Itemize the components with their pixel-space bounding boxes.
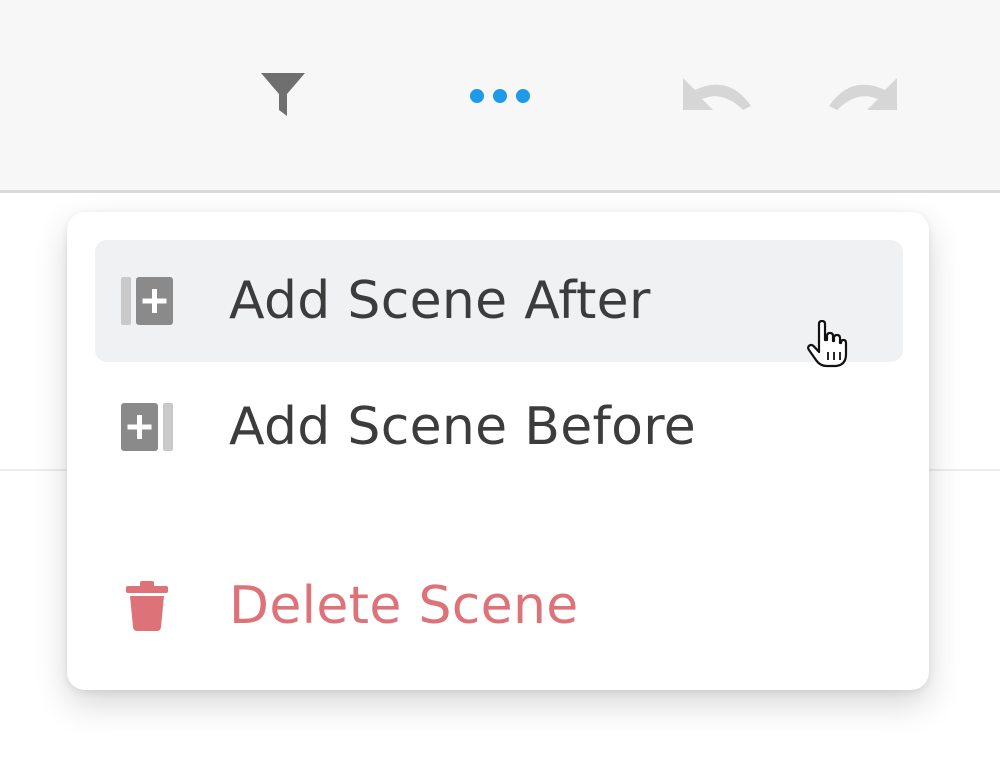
menu-item-add-scene-before[interactable]: Add Scene Before — [95, 366, 903, 488]
undo-icon — [683, 78, 751, 110]
toolbar — [0, 0, 1000, 193]
filter-button[interactable] — [243, 56, 323, 136]
menu-item-label: Add Scene After — [229, 271, 651, 331]
add-scene-after-icon — [121, 276, 173, 326]
redo-icon — [829, 78, 897, 110]
undo-button[interactable] — [676, 56, 756, 136]
more-horizontal-icon — [470, 89, 530, 103]
menu-item-delete-scene[interactable]: Delete Scene — [95, 545, 903, 667]
add-scene-before-icon — [121, 402, 173, 452]
trash-icon — [121, 581, 173, 631]
hand-pointer-cursor-icon — [807, 320, 848, 368]
menu-item-label: Add Scene Before — [229, 397, 697, 457]
filter-icon — [261, 73, 305, 116]
more-options-button[interactable] — [460, 56, 540, 136]
menu-item-add-scene-after[interactable]: Add Scene After — [95, 240, 903, 362]
menu-item-label: Delete Scene — [229, 576, 579, 636]
scene-options-menu: Add Scene After Add Scene Before Delete … — [67, 212, 929, 690]
redo-button[interactable] — [824, 56, 904, 136]
